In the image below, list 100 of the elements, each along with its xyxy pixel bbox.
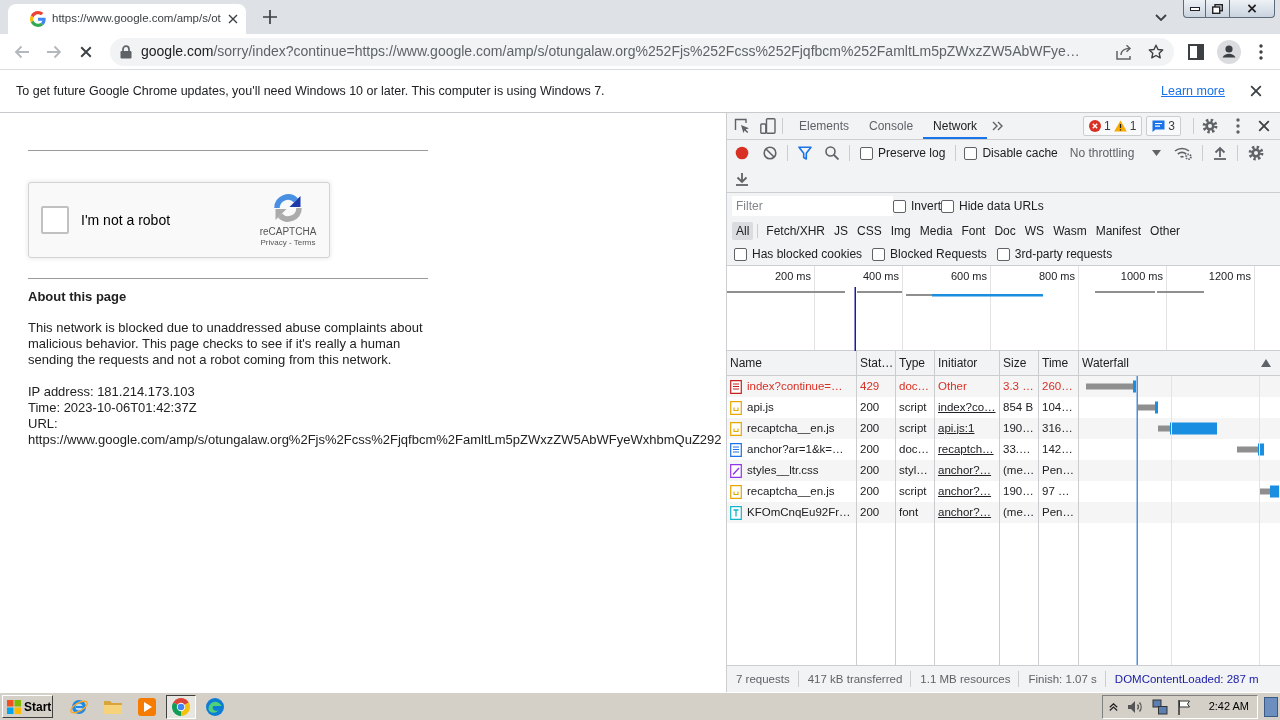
issue-counter[interactable]: 1 1	[1082, 116, 1143, 136]
initiator-link[interactable]: anchor?…	[938, 461, 992, 480]
tick-label: 600 ms	[950, 270, 987, 282]
type-filter-button[interactable]: Font	[957, 222, 990, 240]
type-filter-button[interactable]: WS	[1020, 222, 1049, 240]
status-text: 7 requests	[727, 671, 799, 687]
inspect-icon[interactable]	[734, 118, 750, 134]
device-toolbar-icon[interactable]	[760, 118, 776, 134]
speaker-icon[interactable]	[1126, 699, 1143, 714]
type-filter-button[interactable]: Fetch/XHR	[762, 222, 830, 240]
checkbox[interactable]	[734, 247, 747, 261]
checkbox[interactable]	[964, 146, 978, 160]
column-header[interactable]: Size	[1000, 351, 1039, 375]
more-tabs-icon[interactable]	[992, 121, 1004, 131]
captcha-checkbox[interactable]	[41, 206, 69, 234]
detail-text: Time: 2023-10-06T01:42:37Z	[28, 400, 197, 416]
close-button[interactable]	[1230, 0, 1275, 18]
record-icon[interactable]	[735, 146, 749, 160]
initiator-text: Other	[938, 378, 967, 394]
learn-more-link[interactable]: Learn more	[1161, 81, 1225, 101]
chevron-down-icon[interactable]	[1155, 14, 1167, 21]
initiator-link[interactable]: index?co…	[938, 398, 996, 417]
column-header[interactable]: Time	[1039, 351, 1079, 375]
checkbox[interactable]	[872, 247, 886, 261]
download-icon[interactable]	[735, 172, 749, 186]
resource-type: font	[899, 504, 919, 520]
waterfall-bar	[1137, 401, 1158, 414]
clear-icon[interactable]	[763, 146, 777, 160]
request-row[interactable]: anchor?ar=1&k=… 200 doc… recaptch… 33.… 142…	[727, 439, 1280, 460]
type-filter-button[interactable]: Manifest	[1091, 222, 1146, 240]
devtools-tab[interactable]: Console	[859, 113, 924, 139]
column-header[interactable]: Initiator	[935, 351, 1000, 375]
settings-icon[interactable]	[1248, 145, 1265, 161]
flag-icon[interactable]	[1176, 698, 1191, 715]
show-desktop-icon[interactable]	[1264, 696, 1278, 717]
message-icon	[1152, 120, 1166, 132]
tick-label: 1000 ms	[1120, 270, 1163, 282]
devtools-tab[interactable]: Elements	[789, 113, 860, 139]
initiator-link[interactable]: anchor?…	[938, 482, 992, 501]
message-counter[interactable]: 3	[1146, 116, 1181, 136]
column-header[interactable]: Name	[727, 351, 857, 375]
filter-icon[interactable]	[798, 146, 812, 160]
type-filter-button[interactable]: Wasm	[1049, 222, 1091, 240]
type-filter-button[interactable]: Doc	[990, 222, 1020, 240]
request-row[interactable]: index?continue=… 429 doc… Other 3.3 … 260…	[727, 376, 1280, 397]
stop-icon[interactable]	[80, 45, 92, 58]
type-filter-button[interactable]: Img	[886, 222, 915, 240]
minimize-button[interactable]	[1183, 0, 1206, 18]
more-options-icon[interactable]	[1236, 118, 1240, 134]
initiator-link[interactable]: anchor?…	[938, 503, 992, 522]
type-filter-button[interactable]: JS	[830, 222, 853, 240]
close-icon[interactable]	[228, 14, 238, 24]
close-icon[interactable]	[1258, 120, 1270, 132]
taskbar-button[interactable]	[166, 694, 196, 719]
column-header[interactable]: Stat…	[857, 351, 896, 375]
request-row[interactable]: KFOmCnqEu92Fr… 200 font anchor?… (me… Pen…	[727, 502, 1280, 523]
checkbox[interactable]	[893, 199, 906, 213]
search-icon[interactable]	[825, 146, 839, 160]
upload-icon[interactable]	[1213, 146, 1228, 160]
profile-avatar-icon[interactable]	[1217, 39, 1241, 64]
request-row[interactable]: recaptcha__en.js 200 script anchor?… 190… 97 …	[727, 481, 1280, 502]
network-icon[interactable]	[1151, 698, 1168, 715]
start-button[interactable]: Start	[2, 695, 53, 718]
legal-links[interactable]: Privacy - Terms	[260, 238, 316, 248]
column-header[interactable]: Waterfall	[1082, 354, 1129, 372]
checkbox-label: Invert	[911, 198, 941, 215]
side-panel-icon[interactable]	[1188, 43, 1204, 60]
caret-up-icon[interactable]	[1108, 702, 1118, 711]
captcha-label: I'm not a robot	[81, 212, 171, 228]
request-row[interactable]: recaptcha__en.js 200 script api.js:1 190… 316…	[727, 418, 1280, 439]
checkbox[interactable]	[941, 199, 954, 213]
sort-up-icon[interactable]	[1261, 359, 1271, 367]
initiator-link[interactable]: recaptch…	[938, 440, 994, 459]
request-row[interactable]: styles__ltr.css 200 styl… anchor?… (me… Pen…	[727, 460, 1280, 481]
star-icon[interactable]	[1148, 44, 1164, 59]
type-filter-button[interactable]: Other	[1146, 222, 1185, 240]
checkbox[interactable]	[996, 247, 1010, 261]
filter-input[interactable]: Filter	[732, 196, 893, 216]
resource-type: script	[899, 399, 927, 415]
request-row[interactable]: api.js 200 script index?co… 854 B 104…	[727, 397, 1280, 418]
browser-tab[interactable]: https://www.google.com/amp/s/ot	[8, 4, 246, 34]
address-bar[interactable]: google.com/sorry/index?continue=https://www.google.com/amp/s/otungalaw.org%252Fjs%252Fcss%252Fjqfbcm%252FamltLm5pZWxzZW5AbWFye…	[110, 37, 1174, 66]
settings-icon[interactable]	[1202, 118, 1218, 134]
close-icon[interactable]	[1250, 85, 1262, 97]
network-conditions-icon[interactable]	[1174, 146, 1193, 160]
initiator-link[interactable]: api.js:1	[938, 419, 975, 438]
type-filter-button[interactable]: All	[732, 222, 754, 240]
throttling-select[interactable]: No throttling	[1069, 144, 1162, 162]
dom-loaded-line	[854, 287, 856, 351]
new-tab-icon[interactable]	[263, 10, 277, 24]
menu-icon[interactable]	[1259, 43, 1263, 60]
request-time: 142…	[1042, 441, 1073, 457]
type-filter-button[interactable]: CSS	[853, 222, 886, 240]
type-filter-button[interactable]: Media	[915, 222, 957, 240]
close-icon	[1247, 4, 1257, 13]
share-icon[interactable]	[1116, 43, 1132, 60]
column-header[interactable]: Type	[896, 351, 935, 375]
checkbox[interactable]	[860, 146, 873, 160]
restore-button[interactable]	[1206, 0, 1230, 18]
devtools-tab[interactable]: Network	[923, 113, 988, 139]
